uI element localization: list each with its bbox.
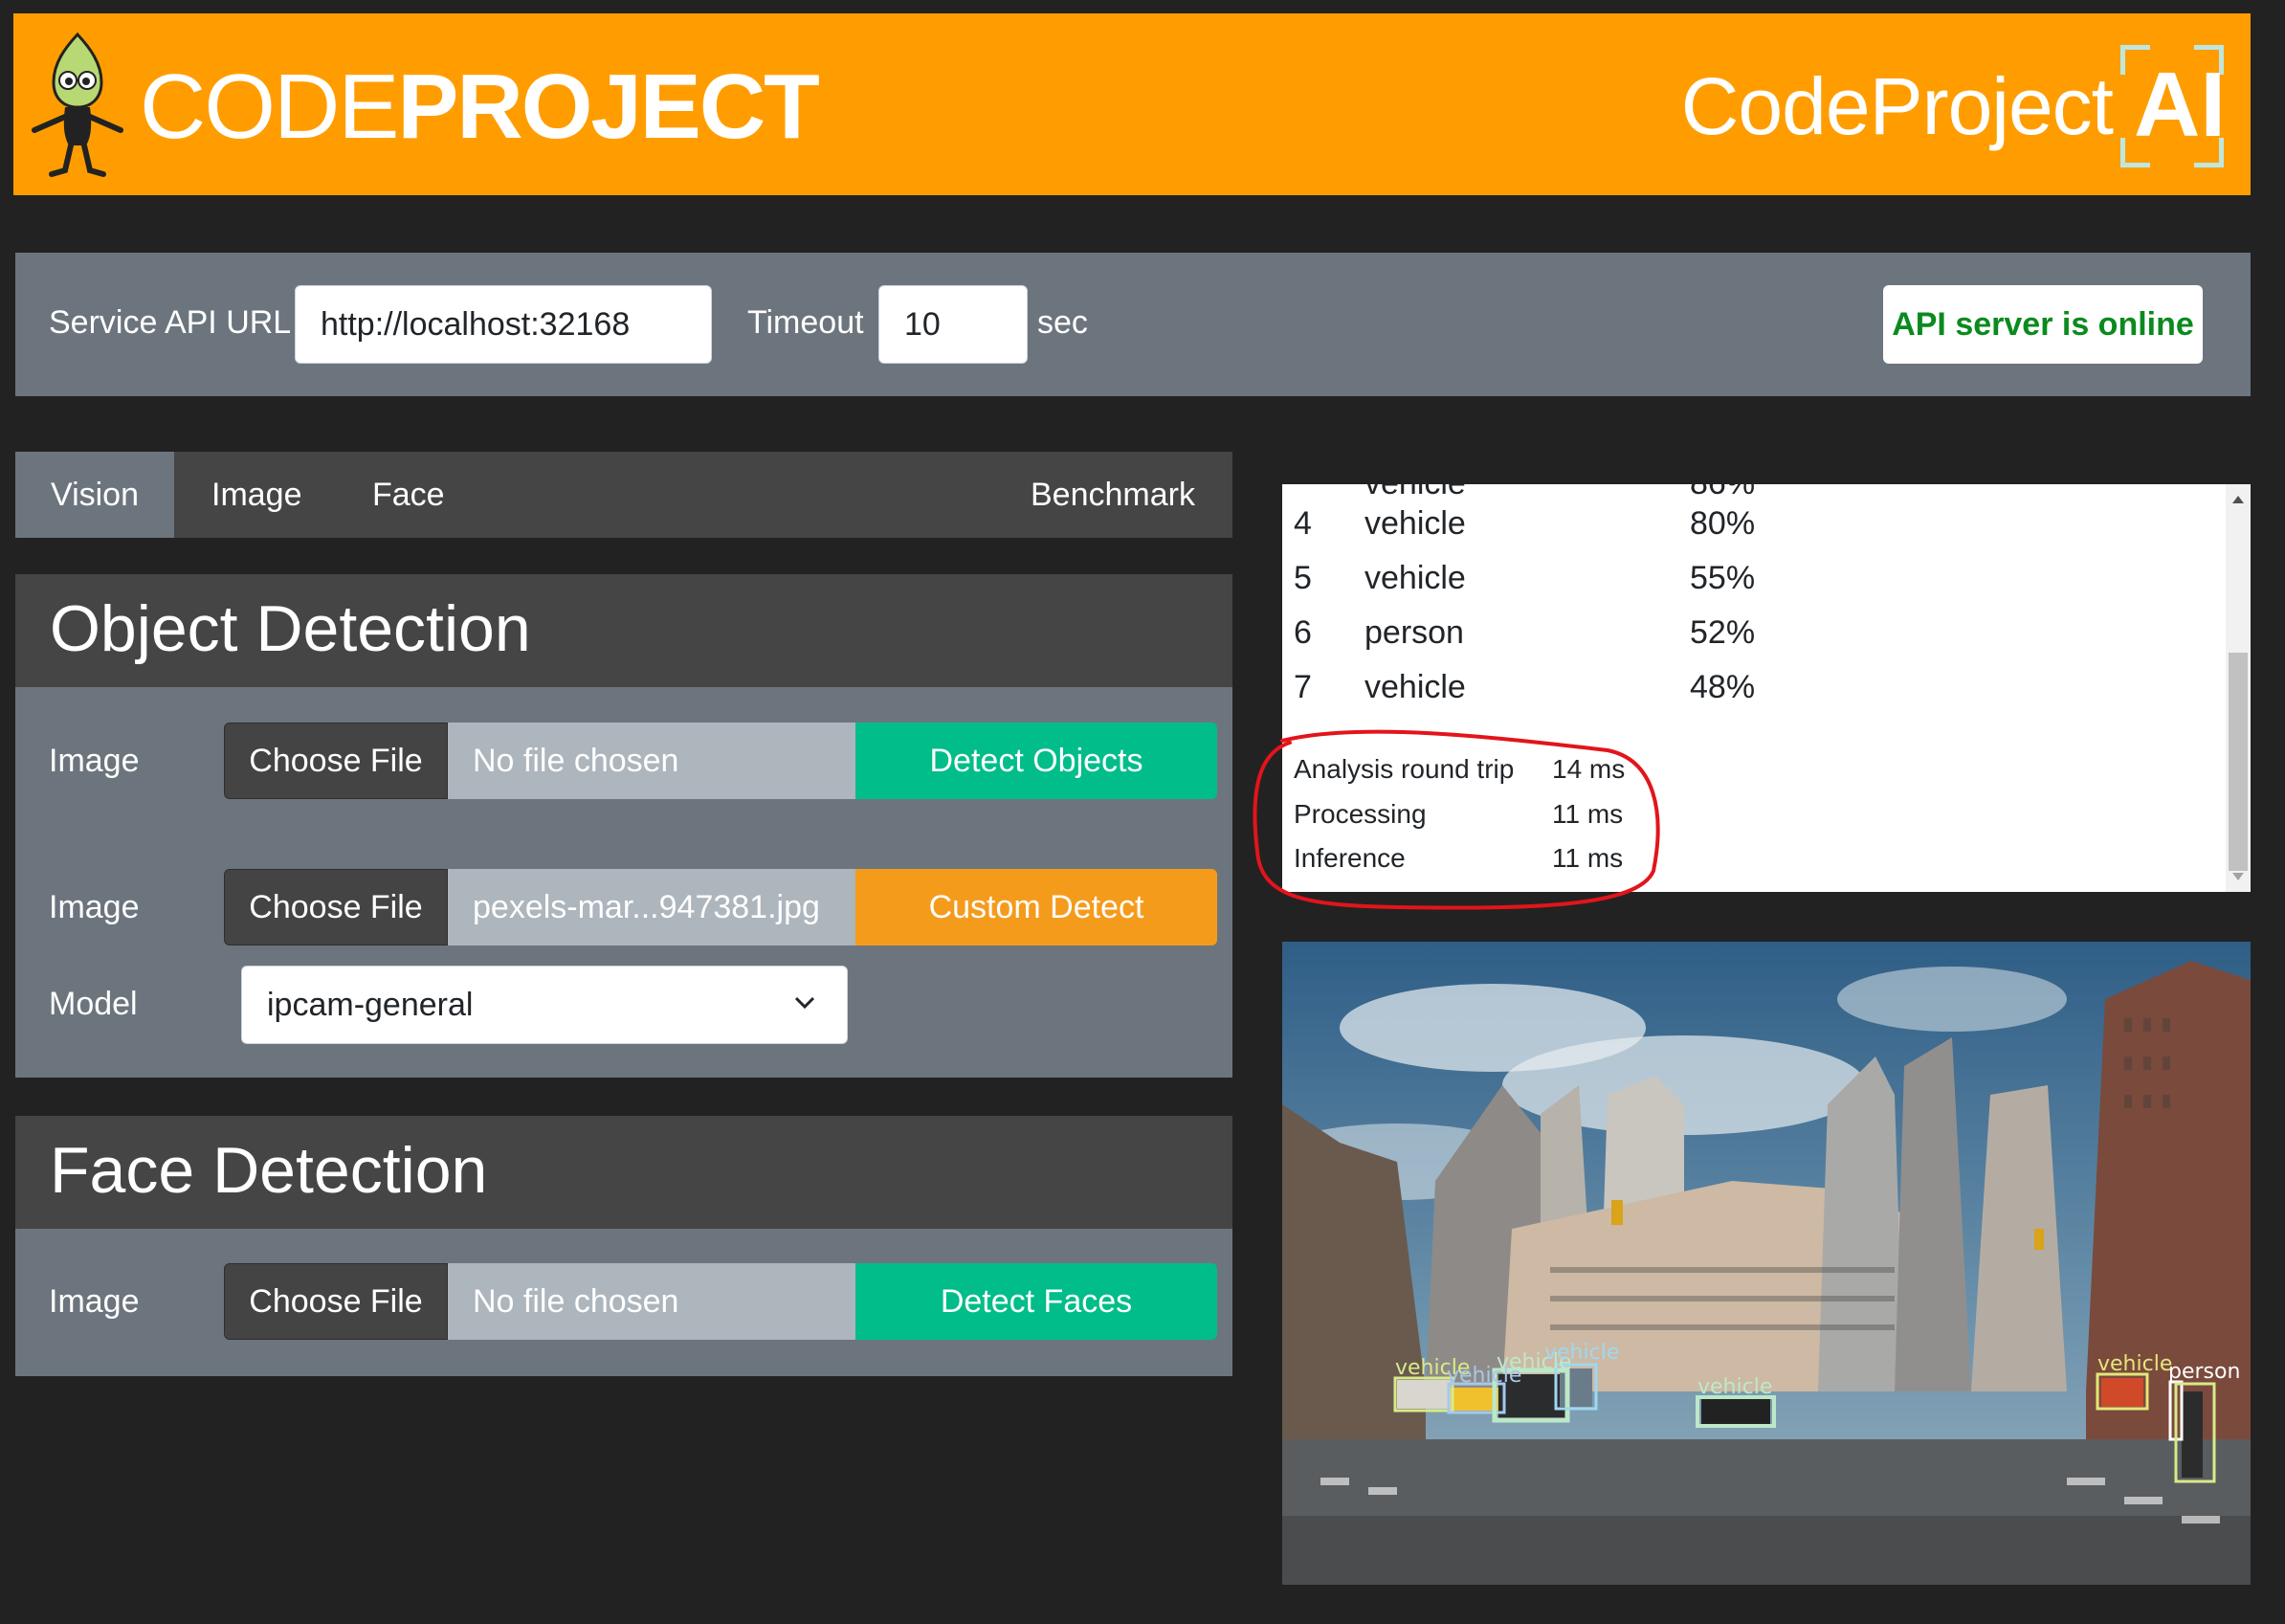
image-label: Image bbox=[49, 1283, 140, 1320]
chevron-down-icon bbox=[794, 996, 815, 1010]
stat-inference: Inference 11 ms bbox=[1294, 843, 1624, 873]
image-label: Image bbox=[49, 743, 140, 779]
choose-file-button[interactable]: Choose File bbox=[224, 723, 448, 799]
detection-label: vehicle bbox=[1544, 1341, 1619, 1365]
model-selected-value: ipcam-general bbox=[267, 986, 474, 1023]
object-detection-body: Image Choose File No file chosen Detect … bbox=[15, 687, 1232, 1078]
object-detection-title: Object Detection bbox=[50, 592, 531, 665]
file-name-display[interactable]: pexels-mar...947381.jpg bbox=[448, 869, 855, 945]
face-detection-header: Face Detection bbox=[15, 1116, 1232, 1229]
face-detection-body: Image Choose File No file chosen Detect … bbox=[15, 1229, 1232, 1376]
server-status-badge[interactable]: API server is online bbox=[1883, 285, 2203, 364]
api-url-input[interactable]: http://localhost:32168 bbox=[295, 285, 712, 364]
tab-vision[interactable]: Vision bbox=[15, 452, 174, 538]
stat-round-trip: Analysis round trip 14 ms bbox=[1294, 754, 1626, 784]
scroll-up-icon[interactable] bbox=[2232, 496, 2244, 503]
detection-label: person bbox=[2168, 1360, 2240, 1384]
detection-label: vehicle bbox=[1697, 1375, 1772, 1399]
ai-bracket-logo: AI bbox=[2120, 45, 2226, 167]
face-detection-title: Face Detection bbox=[50, 1134, 488, 1207]
tab-image[interactable]: Image bbox=[211, 452, 302, 538]
results-scrollbar[interactable] bbox=[2226, 484, 2251, 892]
tab-face[interactable]: Face bbox=[372, 452, 445, 538]
image-label: Image bbox=[49, 889, 140, 925]
codeproject-wordmark: CODEPROJECT bbox=[140, 61, 820, 153]
stat-processing: Processing 11 ms bbox=[1294, 799, 1624, 829]
brand-codeproject: CodeProject bbox=[1680, 60, 2114, 151]
file-name-display[interactable]: No file chosen bbox=[448, 723, 855, 799]
detection-label: vehicle bbox=[2097, 1352, 2172, 1376]
codeproject-mascot-logo bbox=[32, 32, 123, 177]
scroll-down-icon[interactable] bbox=[2232, 873, 2244, 880]
scrollbar-thumb[interactable] bbox=[2229, 653, 2248, 871]
file-name-display[interactable]: No file chosen bbox=[448, 1263, 855, 1340]
codeproject-ai-logo: CodeProject AI bbox=[1680, 34, 2226, 178]
model-select[interactable]: ipcam-general bbox=[241, 966, 848, 1044]
choose-file-button[interactable]: Choose File bbox=[224, 1263, 448, 1340]
model-label: Model bbox=[49, 986, 138, 1022]
service-settings-bar: Service API URL http://localhost:32168 T… bbox=[15, 253, 2251, 396]
brand-code: CODE bbox=[140, 56, 399, 158]
timeout-unit: sec bbox=[1037, 304, 1088, 341]
detect-objects-button[interactable]: Detect Objects bbox=[855, 723, 1217, 799]
custom-detect-button[interactable]: Custom Detect bbox=[855, 869, 1217, 945]
timeout-input[interactable]: 10 bbox=[878, 285, 1028, 364]
detect-faces-button[interactable]: Detect Faces bbox=[855, 1263, 1217, 1340]
choose-file-button[interactable]: Choose File bbox=[224, 869, 448, 945]
results-panel[interactable]: vehicle86% 4vehicle80% 5vehicle55% 6pers… bbox=[1282, 484, 2251, 892]
tab-bar: Vision Image Face Benchmark bbox=[15, 452, 1232, 538]
brand-ai: AI bbox=[2134, 54, 2226, 156]
timeout-label: Timeout bbox=[747, 304, 864, 341]
tab-benchmark[interactable]: Benchmark bbox=[1031, 452, 1195, 538]
detection-result-image: vehicle vehicle vehicle vehicle vehicle … bbox=[1282, 942, 2251, 1585]
app-header: CODEPROJECT CodeProject AI bbox=[13, 13, 2251, 195]
object-detection-header: Object Detection bbox=[15, 574, 1232, 687]
brand-project: PROJECT bbox=[397, 56, 819, 158]
api-url-label: Service API URL bbox=[49, 304, 292, 341]
